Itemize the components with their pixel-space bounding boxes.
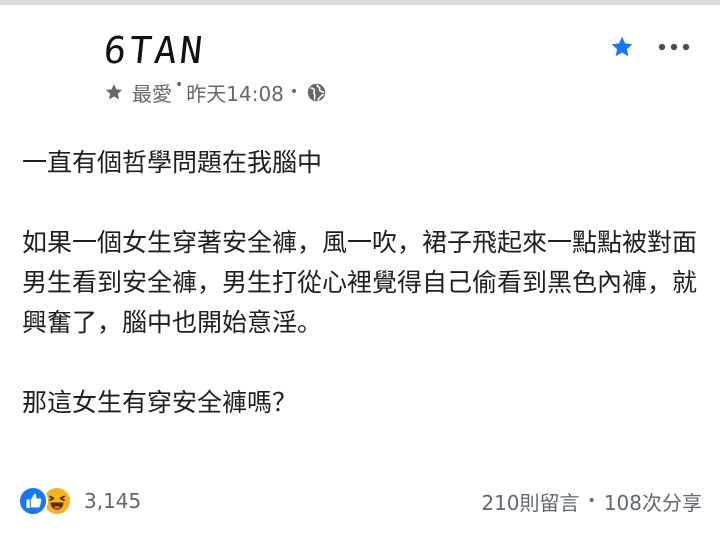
post-meta: 最愛 • 昨天14:08 • xyxy=(104,77,327,107)
post-paragraph: 如果一個女生穿著安全褲，風一吹，裙子飛起來一點點被對面男生看到安全褲，男生打從心… xyxy=(22,228,698,337)
post-paragraph: 一直有個哲學問題在我腦中 xyxy=(22,148,323,177)
shares-count[interactable]: 108次分享 xyxy=(604,487,702,516)
comments-count[interactable]: 210則留言 xyxy=(481,487,579,516)
stats-separator: • xyxy=(587,493,596,509)
engagement-stats: 210則留言 • 108次分享 xyxy=(481,487,702,516)
post-timestamp[interactable]: 昨天14:08 xyxy=(186,78,284,107)
meta-separator: • xyxy=(289,84,299,100)
globe-icon xyxy=(307,83,326,101)
post-card: 6TAN 最愛 • 昨天14:08 • 一直有個哲學問題在我腦中 如果一個女生穿… xyxy=(0,5,720,536)
post-header-actions xyxy=(610,35,690,59)
reaction-count: 3,145 xyxy=(84,489,142,513)
like-icon xyxy=(18,486,48,516)
audience-label[interactable]: 最愛 xyxy=(132,78,172,107)
more-options-icon[interactable] xyxy=(658,42,690,52)
author-name[interactable]: 6TAN xyxy=(102,29,208,72)
favorite-star-icon[interactable] xyxy=(610,35,634,59)
post-content: 一直有個哲學問題在我腦中 如果一個女生穿著安全褲，風一吹，裙子飛起來一點點被對面… xyxy=(22,143,702,423)
meta-separator: • xyxy=(175,77,184,93)
reaction-icons xyxy=(18,485,78,517)
reactions-summary[interactable]: 3,145 xyxy=(18,485,141,517)
post-paragraph: 那這女生有穿安全褲嗎？ xyxy=(22,388,298,417)
post-footer: 3,145 210則留言 • 108次分享 xyxy=(18,483,702,519)
favorites-star-icon xyxy=(105,84,123,100)
